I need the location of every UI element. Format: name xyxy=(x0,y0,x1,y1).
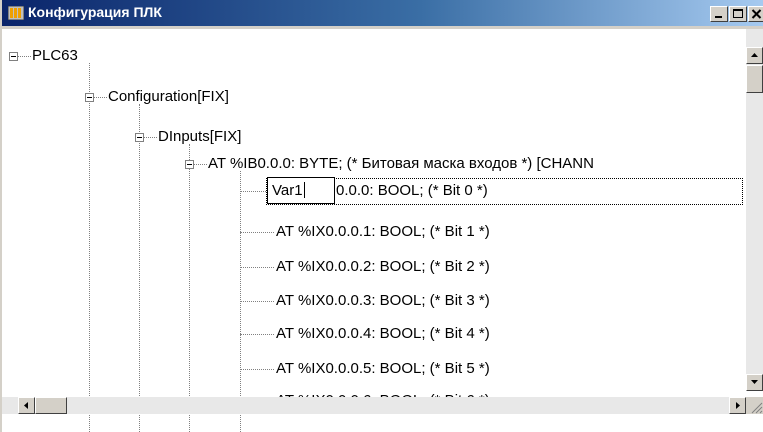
tree-node-bit0[interactable]: 0.0.0: BOOL; (* Bit 0 *) xyxy=(336,182,488,200)
collapse-toggle-configuration[interactable] xyxy=(85,93,94,102)
tree-connector xyxy=(240,334,274,335)
collapse-toggle-channel[interactable] xyxy=(185,160,194,169)
horizontal-scrollbar[interactable] xyxy=(2,397,763,414)
minimize-icon xyxy=(715,16,722,18)
tree-connector xyxy=(240,267,274,268)
tree-connector xyxy=(240,301,274,302)
tree-connector xyxy=(240,232,274,233)
close-button[interactable] xyxy=(748,6,763,22)
resize-grip-icon xyxy=(751,402,763,414)
tree-node-byte-channel[interactable]: AT %IB0.0.0: BYTE; (* Битовая маска вход… xyxy=(208,155,594,173)
arrow-right-icon xyxy=(736,402,740,409)
tree-node-bit3[interactable]: AT %IX0.0.0.3: BOOL; (* Bit 3 *) xyxy=(276,292,490,310)
tree-connector xyxy=(189,144,190,432)
tree-connector xyxy=(18,56,31,57)
tree-connector xyxy=(89,63,90,432)
tree-connector xyxy=(194,164,207,165)
maximize-button[interactable] xyxy=(729,6,747,22)
scroll-right-button[interactable] xyxy=(729,397,746,414)
scroll-left-button[interactable] xyxy=(18,397,35,414)
collapse-toggle-dinputs[interactable] xyxy=(135,133,144,142)
plc-config-icon xyxy=(7,5,25,21)
maximize-icon xyxy=(733,9,743,18)
text-caret xyxy=(303,182,305,198)
vertical-scroll-thumb[interactable] xyxy=(746,65,763,93)
rename-input[interactable]: Var1 xyxy=(267,177,335,204)
arrow-up-icon xyxy=(751,53,758,57)
horizontal-scroll-thumb[interactable] xyxy=(35,397,67,414)
vertical-scrollbar[interactable] xyxy=(746,29,763,391)
collapse-toggle-plc63[interactable] xyxy=(9,52,18,61)
configuration-tree[interactable]: PLC63 Configuration[FIX] DInputs[FIX] AT… xyxy=(2,29,763,432)
tree-node-bit5[interactable]: AT %IX0.0.0.5: BOOL; (* Bit 5 *) xyxy=(276,360,490,378)
tree-node-bit1[interactable]: AT %IX0.0.0.1: BOOL; (* Bit 1 *) xyxy=(276,223,490,241)
tree-connector xyxy=(94,97,107,98)
tree-node-bit2[interactable]: AT %IX0.0.0.2: BOOL; (* Bit 2 *) xyxy=(276,258,490,276)
minimize-button[interactable] xyxy=(710,6,728,22)
scroll-down-button[interactable] xyxy=(746,374,763,391)
size-grip[interactable] xyxy=(746,397,763,414)
tree-node-dinputs[interactable]: DInputs[FIX] xyxy=(158,128,241,146)
close-icon xyxy=(751,9,762,19)
tree-connector xyxy=(144,137,157,138)
tree-connector xyxy=(240,191,268,192)
tree-node-bit4[interactable]: AT %IX0.0.0.4: BOOL; (* Bit 4 *) xyxy=(276,325,490,343)
window-title: Конфигурация ПЛК xyxy=(28,4,162,20)
scroll-up-button[interactable] xyxy=(746,47,763,64)
title-bar[interactable]: Конфигурация ПЛК xyxy=(2,0,763,26)
tree-node-plc63[interactable]: PLC63 xyxy=(32,47,78,65)
arrow-left-icon xyxy=(24,402,28,409)
tree-connector xyxy=(240,369,274,370)
tree-connector xyxy=(139,104,140,432)
tree-node-configuration[interactable]: Configuration[FIX] xyxy=(108,88,229,106)
arrow-down-icon xyxy=(751,380,758,384)
plc-configuration-window: Конфигурация ПЛК PLC63 Configuration[FIX… xyxy=(0,0,763,432)
